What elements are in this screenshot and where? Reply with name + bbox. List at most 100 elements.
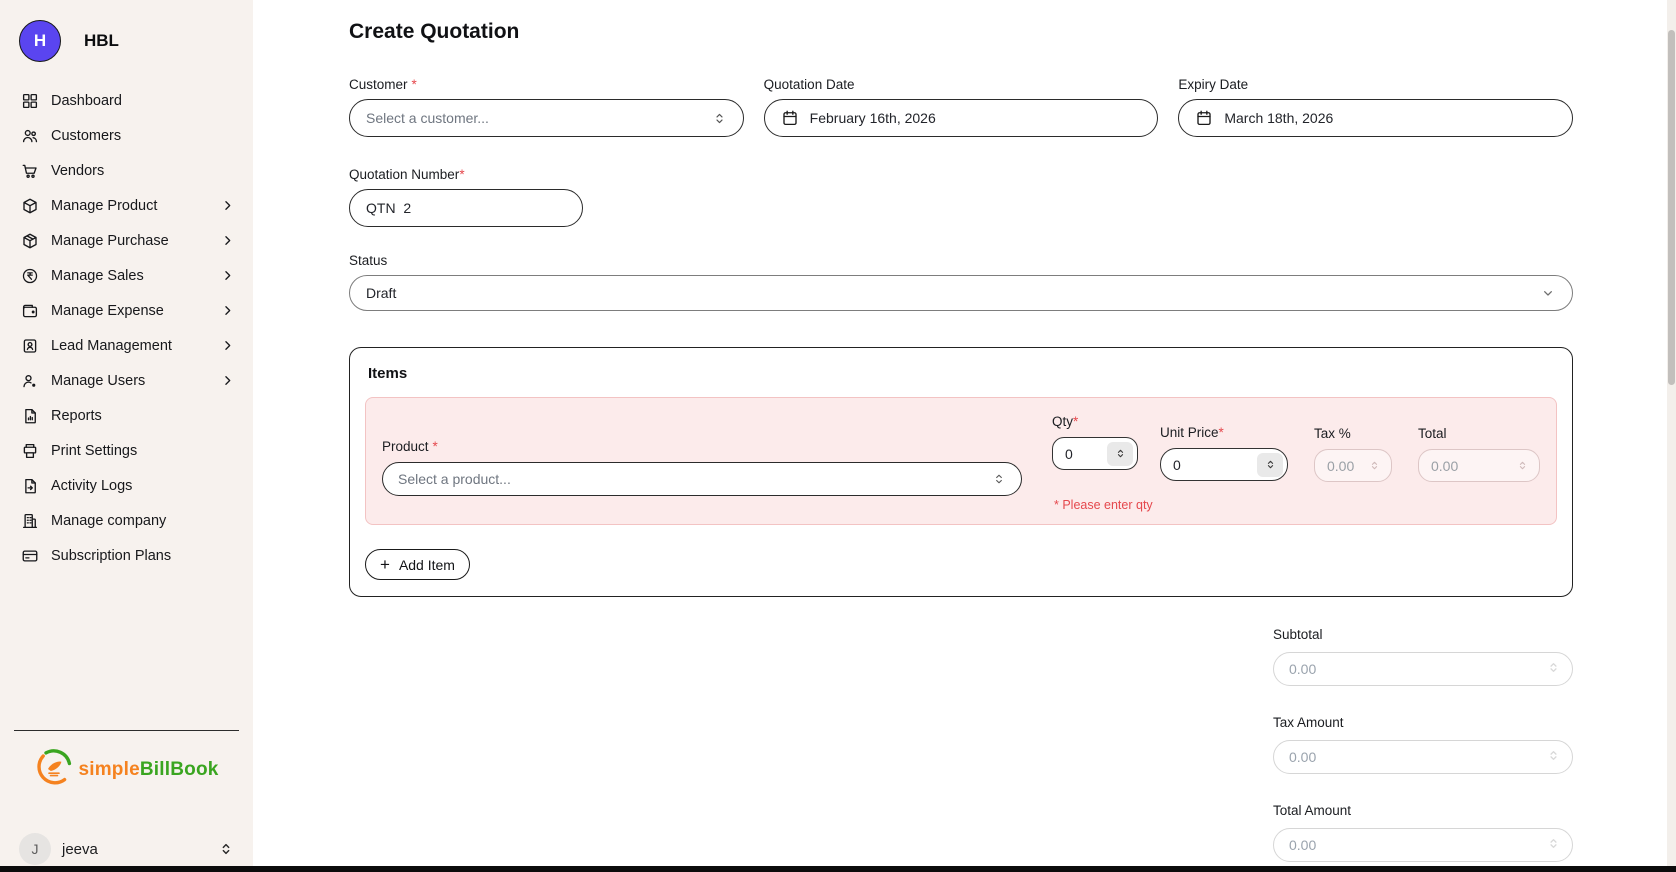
line-total-field-group: Total 0.00: [1418, 426, 1540, 482]
package-arrow-icon: [21, 232, 39, 250]
sidebar-item-label: Manage Sales: [51, 268, 144, 284]
sidebar-item-manage-users[interactable]: Manage Users: [0, 363, 253, 398]
brand-name: HBL: [84, 31, 119, 51]
unit-price-field-group: Unit Price* 0: [1160, 425, 1288, 481]
chevron-up-down-icon: [1547, 661, 1560, 677]
quotation-date-input[interactable]: February 16th, 2026: [764, 99, 1159, 137]
logo-text-simple: simple: [78, 759, 139, 780]
tax-percent-stepper: [1361, 454, 1387, 478]
qty-error-message: * Please enter qty: [1054, 498, 1153, 512]
sidebar-item-label: Manage Users: [51, 373, 145, 389]
contact-card-icon: [21, 337, 39, 355]
sidebar-item-label: Manage Purchase: [51, 233, 169, 249]
sidebar-item-lead-management[interactable]: Lead Management: [0, 328, 253, 363]
product-field-group: Product* Select a product...: [382, 439, 1022, 496]
qty-stepper[interactable]: [1107, 442, 1133, 466]
wallet-icon: [21, 302, 39, 320]
sidebar-item-label: Print Settings: [51, 443, 137, 459]
qty-input[interactable]: 0: [1052, 437, 1138, 470]
quotation-date-field-group: Quotation Date February 16th, 2026: [764, 77, 1159, 137]
simplebillbook-logo-icon: [34, 747, 74, 792]
chevron-right-icon: [220, 373, 235, 388]
sidebar-item-print-settings[interactable]: Print Settings: [0, 433, 253, 468]
chevron-right-icon: [220, 303, 235, 318]
status-field-group: Status Draft: [349, 253, 1573, 311]
status-select[interactable]: Draft: [349, 275, 1573, 311]
tax-percent-field-group: Tax % 0.00: [1314, 426, 1392, 482]
sidebar-item-manage-purchase[interactable]: Manage Purchase: [0, 223, 253, 258]
total-amount-input: 0.00: [1273, 828, 1573, 862]
quotation-number-input[interactable]: QTN 2: [349, 189, 583, 227]
calendar-icon: [781, 109, 799, 127]
sidebar: H HBL Dashboard Customers Vendors Manage…: [0, 0, 253, 872]
chevron-up-down-icon: [1547, 837, 1560, 853]
subtotal-input: 0.00: [1273, 652, 1573, 686]
doc-arrow-icon: [21, 477, 39, 495]
tax-amount-input: 0.00: [1273, 740, 1573, 774]
customer-select[interactable]: Select a customer...: [349, 99, 744, 137]
customer-field-group: Customer* Select a customer...: [349, 77, 744, 137]
customers-icon: [21, 127, 39, 145]
page-title: Create Quotation: [349, 20, 1573, 44]
user-dot-icon: [21, 372, 39, 390]
expiry-date-field-group: Expiry Date March 18th, 2026: [1178, 77, 1573, 137]
sidebar-item-label: Lead Management: [51, 338, 172, 354]
sidebar-item-activity-logs[interactable]: Activity Logs: [0, 468, 253, 503]
chevron-right-icon: [220, 268, 235, 283]
building-icon: [21, 512, 39, 530]
printer-icon: [21, 442, 39, 460]
items-section: Items Product* Select a product... Qty* …: [349, 347, 1573, 597]
dashboard-icon: [21, 92, 39, 110]
tax-percent-input: 0.00: [1314, 449, 1392, 482]
unit-price-label: Unit Price*: [1160, 425, 1288, 440]
sidebar-item-label: Manage Expense: [51, 303, 164, 319]
sidebar-item-vendors[interactable]: Vendors: [0, 153, 253, 188]
totals-summary: Subtotal 0.00 Tax Amount 0.00 Total Amou…: [1273, 627, 1573, 862]
total-amount-field-group: Total Amount 0.00: [1273, 803, 1573, 862]
main-content: Create Quotation Customer* Select a cust…: [253, 0, 1676, 872]
expiry-date-input[interactable]: March 18th, 2026: [1178, 99, 1573, 137]
sidebar-item-manage-product[interactable]: Manage Product: [0, 188, 253, 223]
sidebar-item-label: Customers: [51, 128, 121, 144]
sidebar-item-manage-expense[interactable]: Manage Expense: [0, 293, 253, 328]
sidebar-item-label: Activity Logs: [51, 478, 132, 494]
vertical-scrollbar[interactable]: [1667, 0, 1676, 866]
item-row: Product* Select a product... Qty* 0 * Pl…: [365, 397, 1557, 525]
chevron-up-down-icon: [1547, 749, 1560, 765]
sidebar-item-manage-company[interactable]: Manage company: [0, 503, 253, 538]
add-item-button[interactable]: + Add Item: [365, 549, 470, 580]
qty-label: Qty*: [1052, 414, 1138, 429]
sidebar-item-label: Subscription Plans: [51, 548, 171, 564]
status-label: Status: [349, 253, 1573, 268]
credit-card-icon: [21, 547, 39, 565]
sidebar-item-reports[interactable]: Reports: [0, 398, 253, 433]
calendar-icon: [1195, 109, 1213, 127]
chevron-right-icon: [220, 338, 235, 353]
sidebar-item-manage-sales[interactable]: Manage Sales: [0, 258, 253, 293]
sidebar-item-customers[interactable]: Customers: [0, 118, 253, 153]
sidebar-footer: simpleBillBook J jeeva: [0, 730, 253, 866]
product-select[interactable]: Select a product...: [382, 462, 1022, 496]
chevron-up-down-icon: [218, 841, 234, 857]
unit-price-input[interactable]: 0: [1160, 448, 1288, 481]
sidebar-item-subscription-plans[interactable]: Subscription Plans: [0, 538, 253, 573]
report-doc-icon: [21, 407, 39, 425]
sidebar-item-label: Manage company: [51, 513, 166, 529]
required-asterisk: *: [459, 167, 464, 182]
scrollbar-thumb[interactable]: [1668, 30, 1675, 385]
chevron-up-down-icon: [712, 111, 727, 126]
expiry-date-label: Expiry Date: [1178, 77, 1573, 92]
chevron-down-icon: [1540, 285, 1556, 301]
line-total-input: 0.00: [1418, 449, 1540, 482]
app-window: H HBL Dashboard Customers Vendors Manage…: [0, 0, 1676, 872]
chevron-right-icon: [220, 233, 235, 248]
logo-text-billbook: BillBook: [140, 759, 219, 780]
user-menu[interactable]: J jeeva: [0, 832, 253, 866]
sidebar-item-label: Manage Product: [51, 198, 157, 214]
chevron-right-icon: [220, 198, 235, 213]
sidebar-item-dashboard[interactable]: Dashboard: [0, 83, 253, 118]
line-total-stepper: [1509, 454, 1535, 478]
user-name: jeeva: [62, 841, 98, 858]
unit-price-stepper[interactable]: [1257, 453, 1283, 477]
user-avatar: J: [19, 833, 51, 865]
